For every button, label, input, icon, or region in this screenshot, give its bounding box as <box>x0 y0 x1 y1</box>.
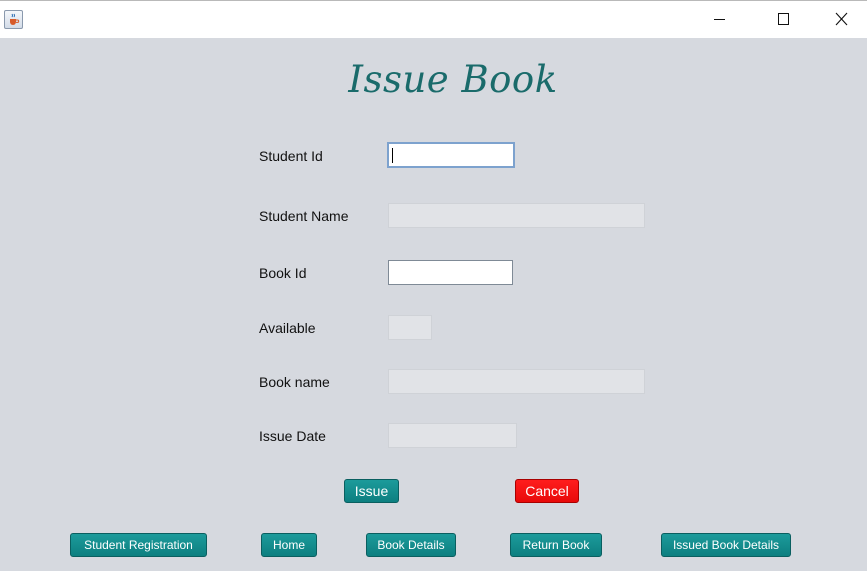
cancel-button[interactable]: Cancel <box>515 479 579 503</box>
text-cursor <box>392 148 393 163</box>
student-name-field <box>388 203 645 228</box>
available-field <box>388 315 432 340</box>
book-details-button[interactable]: Book Details <box>366 533 456 557</box>
page-title: Issue Book <box>348 58 558 101</box>
minimize-button[interactable] <box>695 1 753 38</box>
student-id-label: Student Id <box>259 148 323 164</box>
java-coffee-cup-icon[interactable] <box>4 10 23 29</box>
book-id-label: Book Id <box>259 265 307 281</box>
minimize-icon <box>714 19 725 20</box>
available-label: Available <box>259 320 316 336</box>
student-registration-button[interactable]: Student Registration <box>70 533 207 557</box>
title-bar <box>0 0 867 38</box>
maximize-icon <box>778 13 789 25</box>
student-name-label: Student Name <box>259 208 349 224</box>
book-id-field[interactable] <box>388 260 513 285</box>
issued-book-details-button[interactable]: Issued Book Details <box>661 533 791 557</box>
issue-date-label: Issue Date <box>259 428 326 444</box>
return-book-button[interactable]: Return Book <box>510 533 602 557</box>
issue-date-field <box>388 423 517 448</box>
maximize-button[interactable] <box>754 1 812 38</box>
book-name-field <box>388 369 645 394</box>
issue-book-window: Issue Book Student Id Student Name Book … <box>0 0 867 571</box>
issue-button[interactable]: Issue <box>344 479 399 503</box>
close-icon <box>835 12 848 26</box>
home-button[interactable]: Home <box>261 533 317 557</box>
student-id-field[interactable] <box>387 142 515 168</box>
close-button[interactable] <box>813 1 867 38</box>
book-name-label: Book name <box>259 374 330 390</box>
